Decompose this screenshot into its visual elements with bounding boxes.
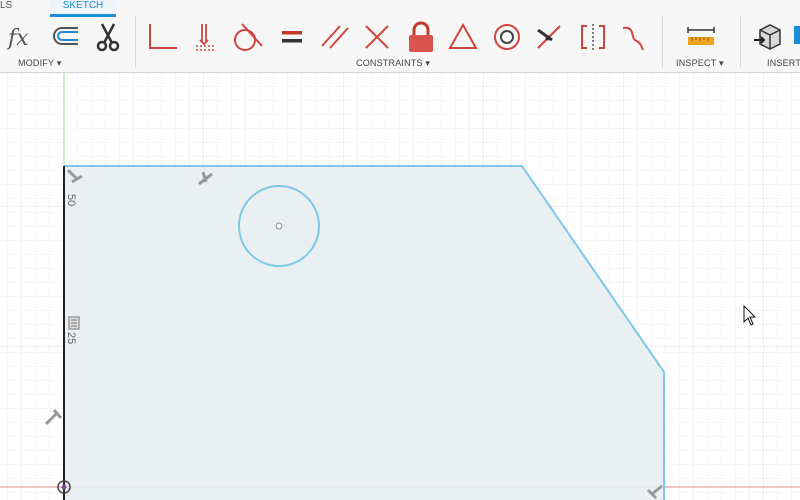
- horizontal-vertical-icon[interactable]: [532, 20, 566, 54]
- dimension-lock-glyph[interactable]: [68, 316, 80, 330]
- curvature-icon[interactable]: [617, 20, 651, 54]
- measure-icon[interactable]: [684, 20, 718, 54]
- tab-tools-partial[interactable]: LS: [0, 0, 20, 14]
- offset-icon[interactable]: [48, 20, 82, 54]
- midpoint-icon[interactable]: [446, 20, 480, 54]
- group-label-inspect[interactable]: INSPECT ▾: [676, 58, 724, 69]
- collinear-icon[interactable]: [190, 20, 224, 54]
- toolbar-separator: [740, 16, 741, 68]
- tangent-icon[interactable]: [230, 20, 264, 54]
- dimension-text-25[interactable]: 25: [65, 332, 77, 344]
- symmetry-icon[interactable]: [576, 20, 610, 54]
- toolbar: LS SKETCH fx MODIFY ▾ CONSTRAINTS ▾ INSP…: [0, 0, 800, 73]
- toolbar-separator: [135, 16, 136, 68]
- insert-tool-partial-icon[interactable]: [794, 20, 800, 54]
- group-label-modify[interactable]: MODIFY ▾: [18, 58, 61, 69]
- toolbar-separator: [662, 16, 663, 68]
- equal-icon[interactable]: [276, 20, 310, 54]
- trim-scissors-icon[interactable]: [92, 20, 126, 54]
- group-label-insert[interactable]: INSERT: [767, 58, 800, 68]
- circle-center-point[interactable]: [275, 222, 283, 230]
- fx-parameters-icon[interactable]: fx: [6, 20, 40, 54]
- origin-center: [61, 484, 67, 490]
- fix-lock-icon[interactable]: [404, 20, 438, 54]
- insert-box-icon[interactable]: [750, 20, 784, 54]
- dimension-text-50[interactable]: 50: [65, 194, 77, 206]
- sketch-canvas[interactable]: 50 25: [0, 73, 800, 500]
- group-label-constraints[interactable]: CONSTRAINTS ▾: [356, 58, 430, 69]
- perpendicular-icon[interactable]: [360, 20, 394, 54]
- coincident-icon[interactable]: [145, 20, 179, 54]
- svg-text:fx: fx: [6, 26, 29, 51]
- concentric-icon[interactable]: [490, 20, 524, 54]
- tab-sketch[interactable]: SKETCH: [50, 0, 116, 17]
- parallel-icon[interactable]: [318, 20, 352, 54]
